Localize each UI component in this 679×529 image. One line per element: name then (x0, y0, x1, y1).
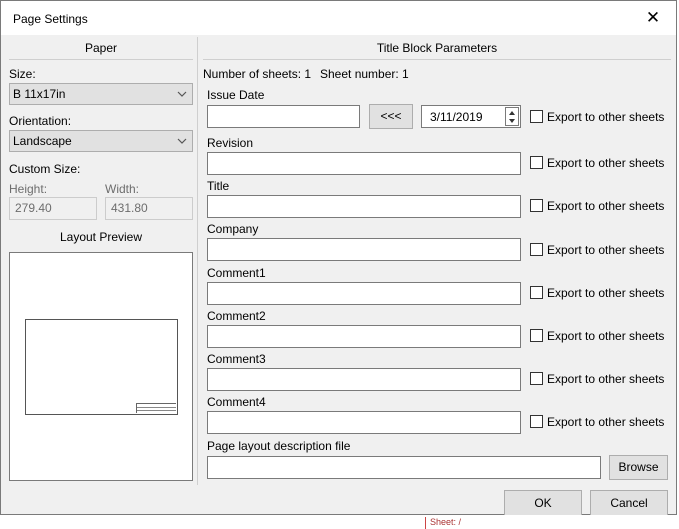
comment1-field[interactable] (207, 282, 521, 305)
sheets-count: Number of sheets: 1 (203, 67, 312, 81)
ok-button[interactable]: OK (504, 490, 582, 517)
title-bar: Page Settings ✕ (1, 1, 676, 35)
export-checkbox[interactable] (530, 372, 543, 385)
window-title: Page Settings (13, 12, 88, 26)
layout-file-field[interactable] (207, 456, 601, 479)
page-settings-dialog: Page Settings ✕ Paper Size: B 11x17in Or… (0, 0, 677, 517)
comment2-label: Comment2 (207, 309, 266, 323)
title-block-section-title: Title Block Parameters (376, 41, 498, 55)
chevron-down-icon (177, 138, 187, 144)
triangle-down-icon[interactable] (506, 117, 518, 125)
orientation-select-value: Landscape (13, 134, 72, 148)
close-icon[interactable]: ✕ (636, 6, 670, 30)
width-field[interactable]: 431.80 (105, 197, 193, 220)
export-checkbox[interactable] (530, 110, 543, 123)
title-block-divider (203, 59, 671, 60)
title-field[interactable] (207, 195, 521, 218)
export-checkbox[interactable] (530, 156, 543, 169)
width-label: Width: (105, 182, 140, 196)
comment2-field[interactable] (207, 325, 521, 348)
export-checkbox[interactable] (530, 199, 543, 212)
comment3-label: Comment3 (207, 352, 266, 366)
export-label: Export to other sheets (547, 415, 665, 429)
export-checkbox[interactable] (530, 329, 543, 342)
orientation-select[interactable]: Landscape (9, 130, 193, 152)
export-checkbox[interactable] (530, 415, 543, 428)
export-label: Export to other sheets (547, 243, 665, 257)
background-canvas: Sheet: / (0, 515, 679, 529)
date-spinner[interactable] (505, 107, 519, 126)
export-checkbox[interactable] (530, 243, 543, 256)
column-divider (197, 37, 198, 485)
issue-date-field[interactable] (207, 105, 360, 128)
sheet-number: Sheet number: 1 (320, 67, 409, 81)
cancel-button[interactable]: Cancel (590, 490, 668, 517)
export-label: Export to other sheets (547, 372, 665, 386)
revision-field[interactable] (207, 152, 521, 175)
export-label: Export to other sheets (547, 156, 665, 170)
export-label: Export to other sheets (547, 199, 665, 213)
triangle-up-icon[interactable] (506, 109, 518, 117)
company-label: Company (207, 222, 259, 236)
paper-divider (9, 59, 193, 60)
browse-button[interactable]: Browse (609, 455, 668, 480)
custom-size-label: Custom Size: (9, 162, 81, 176)
export-label: Export to other sheets (547, 286, 665, 300)
preview-page-outline (25, 319, 178, 415)
export-label: Export to other sheets (547, 110, 665, 124)
height-field[interactable]: 279.40 (9, 197, 97, 220)
size-select[interactable]: B 11x17in (9, 83, 193, 105)
height-label: Height: (9, 182, 48, 196)
chevron-down-icon (177, 91, 187, 97)
issue-date-label: Issue Date (207, 88, 265, 102)
layout-preview-title: Layout Preview (59, 230, 143, 244)
date-picker[interactable]: 3/11/2019 (421, 105, 521, 128)
company-field[interactable] (207, 238, 521, 261)
paper-section-title: Paper (84, 41, 118, 55)
title-label: Title (207, 179, 230, 193)
copy-date-button[interactable]: <<< (369, 104, 413, 129)
comment3-field[interactable] (207, 368, 521, 391)
comment4-label: Comment4 (207, 395, 266, 409)
layout-file-label: Page layout description file (207, 439, 351, 453)
sheet-marker: Sheet: / (425, 517, 470, 529)
date-value: 3/11/2019 (430, 110, 483, 124)
size-label: Size: (9, 67, 36, 81)
export-checkbox[interactable] (530, 286, 543, 299)
revision-label: Revision (207, 136, 254, 150)
layout-preview (9, 252, 193, 481)
export-label: Export to other sheets (547, 329, 665, 343)
size-select-value: B 11x17in (13, 87, 66, 101)
preview-title-block (136, 403, 176, 413)
comment1-label: Comment1 (207, 266, 266, 280)
orientation-label: Orientation: (9, 114, 72, 128)
comment4-field[interactable] (207, 411, 521, 434)
